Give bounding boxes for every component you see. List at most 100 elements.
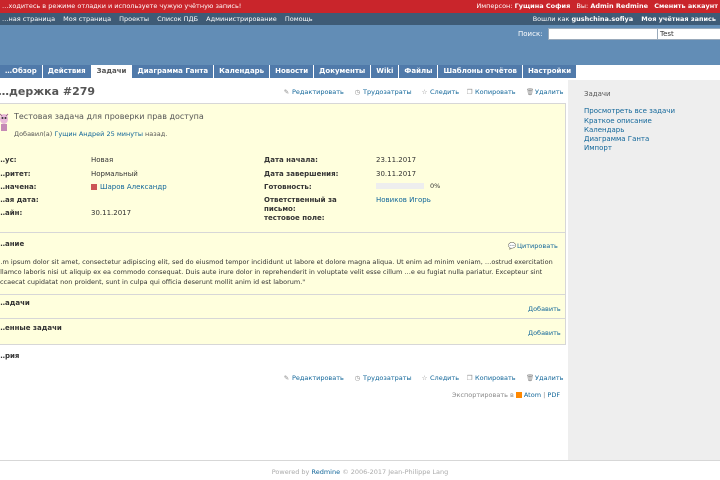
star-icon: ☆ — [421, 374, 428, 382]
export-formats: Экспортировать в Atom | PDF — [452, 391, 561, 399]
footer-divider — [0, 460, 720, 461]
impersonated-user: Гущина София — [514, 2, 571, 10]
tab-news[interactable]: Новости — [270, 65, 314, 78]
delete-link-bottom[interactable]: 🗑Удалить — [526, 374, 563, 382]
end-date-label: Дата завершения: — [264, 170, 339, 178]
responsible-value: Новиков Игорь — [376, 196, 431, 204]
tab-activity[interactable]: Действия — [42, 65, 91, 78]
test-field-label: тестовое поле: — [264, 214, 325, 222]
redmine-link[interactable]: Redmine — [312, 468, 341, 476]
export-atom-link[interactable]: Atom — [524, 391, 541, 399]
status-label: …ус: — [0, 156, 17, 164]
edit-link[interactable]: ✎ Редактировать — [283, 88, 344, 96]
quote-link[interactable]: 💬Цитировать — [508, 242, 558, 250]
clock-icon: ◷ — [354, 374, 361, 382]
copy-link-bottom[interactable]: ❐ Копировать — [466, 374, 516, 382]
project-jump-select[interactable]: Test — [657, 28, 720, 40]
assignee-link[interactable]: Шаров Александр — [100, 183, 167, 191]
tab-wiki[interactable]: Wiki — [371, 65, 399, 78]
user-avatar-icon — [91, 184, 97, 190]
tab-gantt[interactable]: Диаграмма Ганта — [132, 65, 214, 78]
divider — [0, 294, 566, 295]
assignee-value: Шаров Александр — [91, 183, 167, 191]
tab-documents[interactable]: Документы — [314, 65, 371, 78]
tab-calendar[interactable]: Календарь — [214, 65, 270, 78]
pencil-icon: ✎ — [283, 374, 290, 382]
author-link[interactable]: Гущин Андрей — [54, 130, 104, 138]
add-subtask-link[interactable]: Добавить — [528, 305, 561, 313]
sidebar-link-all-issues[interactable]: Просмотреть все задачи — [584, 107, 675, 115]
topmenu-pdb-list[interactable]: Список ПДБ — [157, 15, 198, 23]
star-icon: ☆ — [421, 88, 428, 96]
sidebar-link-calendar[interactable]: Календарь — [584, 126, 624, 134]
add-related-link[interactable]: Добавить — [528, 329, 561, 337]
search-input[interactable] — [548, 28, 658, 40]
end-date-value: 30.11.2017 — [376, 170, 417, 178]
log-time-link[interactable]: ◷ Трудозатраты — [354, 88, 412, 96]
start-date-value: 23.11.2017 — [376, 156, 417, 164]
impersonation-info: Имперсон: Гущина София Вы: Admin Redmine… — [476, 2, 718, 10]
tab-report-templates[interactable]: Шаблоны отчётов — [438, 65, 522, 78]
divider — [0, 232, 566, 233]
topmenu-home[interactable]: …ная страница — [2, 15, 55, 23]
done-label: Готовность: — [264, 183, 312, 191]
due-label: …айн: — [0, 209, 23, 217]
clock-icon: ◷ — [354, 88, 361, 96]
footer: Powered by Redmine © 2006-2017 Jean-Phil… — [271, 468, 449, 476]
start-date-label: Дата начала: — [264, 156, 318, 164]
topmenu-administration[interactable]: Администрирование — [206, 15, 277, 23]
related-issues-title: …енные задачи — [0, 324, 62, 332]
priority-value: Нормальный — [91, 170, 138, 178]
sidebar-link-import[interactable]: Импорт — [584, 144, 612, 152]
logged-user-link[interactable]: gushchina.sofiya — [571, 15, 633, 23]
tab-overview[interactable]: …Обзор — [0, 65, 42, 78]
top-menu: …ная страница Моя страница Проекты Списо… — [0, 13, 720, 25]
done-progress-bar — [376, 183, 424, 189]
export-pdf-link[interactable]: PDF — [547, 391, 560, 399]
responsible-label-1: Ответственный за — [264, 196, 337, 204]
subtasks-title: …адачи — [0, 299, 30, 307]
rss-icon — [515, 392, 522, 398]
watch-link-bottom[interactable]: ☆ Следить — [421, 374, 459, 382]
status-value: Новая — [91, 156, 114, 164]
description-text: …m ipsum dolor sit amet, consectetur adi… — [0, 258, 553, 286]
time-ago-link[interactable]: 25 минуты — [106, 130, 142, 138]
sidebar-link-summary[interactable]: Краткое описание — [584, 117, 652, 125]
edit-link-bottom[interactable]: ✎ Редактировать — [283, 374, 344, 382]
assignee-label: …начена: — [0, 183, 37, 191]
issue-title: …держка #279 — [0, 85, 96, 98]
debug-warning-bar: …ходитесь в режиме отладки и используете… — [0, 0, 720, 13]
trash-icon: 🗑 — [526, 88, 535, 96]
my-account-link[interactable]: Моя учётная запись — [641, 15, 716, 23]
topmenu-my-page[interactable]: Моя страница — [63, 15, 111, 23]
sidebar-title: Задачи — [584, 90, 611, 98]
copy-icon: ❐ — [466, 374, 473, 382]
copy-link[interactable]: ❐ Копировать — [466, 88, 516, 96]
topmenu-help[interactable]: Помощь — [285, 15, 313, 23]
pencil-icon: ✎ — [283, 88, 290, 96]
current-user: Admin Redmine — [590, 2, 649, 10]
watch-link[interactable]: ☆ Следить — [421, 88, 459, 96]
due-value: 30.11.2017 — [91, 209, 132, 217]
divider — [0, 318, 566, 319]
delete-link[interactable]: 🗑Удалить — [526, 88, 563, 96]
tab-files[interactable]: Файлы — [399, 65, 438, 78]
responsible-link[interactable]: Новиков Игорь — [376, 196, 431, 204]
topmenu-projects[interactable]: Проекты — [119, 15, 149, 23]
switch-account-link[interactable]: Сменить аккаунт — [654, 2, 718, 10]
issue-subject: Тестовая задача для проверки прав доступ… — [14, 112, 204, 121]
main-menu-tabs: …Обзор Действия Задачи Диаграмма Ганта Кален… — [0, 65, 577, 79]
category-label: …ая дата: — [0, 196, 39, 204]
logged-as: Вошли как gushchina.sofiya — [532, 15, 634, 23]
issue-details-box — [0, 103, 566, 345]
tab-settings[interactable]: Настройки — [522, 65, 577, 78]
warning-text: …ходитесь в режиме отладки и используете… — [2, 2, 242, 10]
sidebar-link-gantt[interactable]: Диаграмма Ганта — [584, 135, 649, 143]
done-value: 0% — [430, 182, 441, 190]
tab-issues[interactable]: Задачи — [91, 65, 132, 78]
log-time-link-bottom[interactable]: ◷ Трудозатраты — [354, 374, 412, 382]
history-title: …рия — [0, 352, 20, 360]
responsible-label-2: письмо: — [264, 205, 296, 213]
trash-icon: 🗑 — [526, 374, 535, 382]
avatar — [0, 113, 9, 131]
